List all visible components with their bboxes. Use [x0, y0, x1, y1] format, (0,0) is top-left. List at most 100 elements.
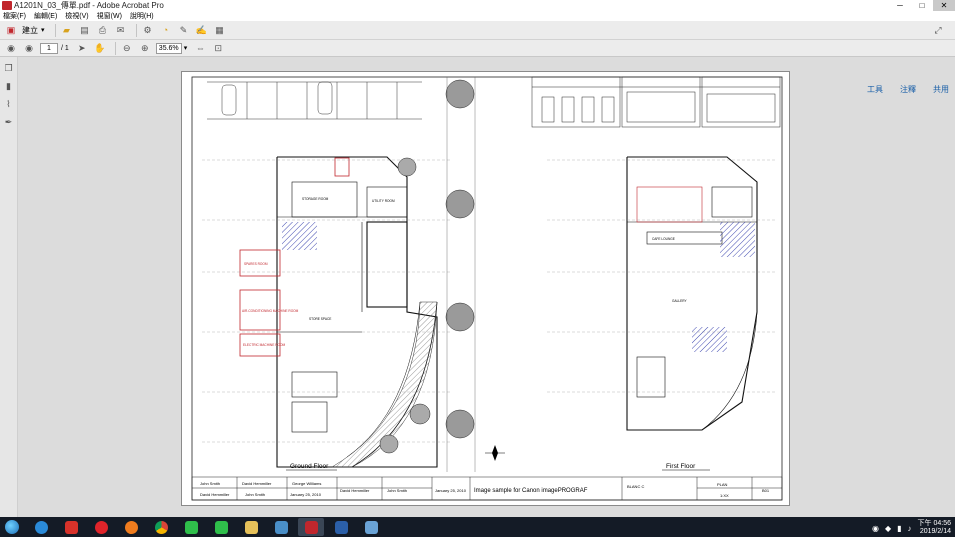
- clock-date: 2019/2/14: [919, 528, 951, 535]
- tb-date2: January 25, 2010: [435, 488, 467, 493]
- label-cafe: CAFE LOUNGE: [652, 237, 675, 241]
- security-tray-icon[interactable]: ◆: [885, 524, 891, 533]
- menu-file[interactable]: 檔案(F): [3, 11, 26, 21]
- bookmarks-icon[interactable]: ▮: [2, 80, 15, 93]
- tb-drawn-by2: John Smith: [245, 492, 265, 497]
- taskbar-app[interactable]: [268, 518, 294, 536]
- zoom-dropdown-icon[interactable]: ▾: [184, 44, 188, 52]
- window-title: A1201N_03_傳單.pdf - Adobe Acrobat Pro: [14, 1, 164, 10]
- hand-tool-icon[interactable]: ✋: [93, 42, 107, 55]
- select-cursor-icon[interactable]: ➤: [75, 42, 89, 55]
- menu-help[interactable]: 說明(H): [130, 11, 154, 21]
- parking-area: [207, 81, 422, 120]
- taskbar-ie[interactable]: [28, 518, 54, 536]
- taskbar: [0, 517, 955, 537]
- chat-tray-icon[interactable]: ◉: [872, 524, 879, 533]
- print-icon[interactable]: ⎙: [96, 24, 110, 37]
- comment-icon[interactable]: ◔: [159, 24, 173, 37]
- window-controls: ─ □ ✕: [889, 0, 955, 11]
- page-thumbnails-icon[interactable]: ❐: [2, 62, 15, 75]
- acrobat-app-icon: [2, 1, 12, 10]
- pdf-page: SPARES ROOM AIR-CONDITIONING MACHINE ROO…: [181, 71, 790, 506]
- menu-edit[interactable]: 編輯(E): [34, 11, 57, 21]
- taskbar-opera[interactable]: [88, 518, 114, 536]
- expand-icon[interactable]: ⤢: [931, 24, 945, 37]
- toolbar-divider: [54, 23, 56, 37]
- ie-icon: [34, 520, 48, 534]
- taskbar-vivaldi[interactable]: [58, 518, 84, 536]
- sign-icon[interactable]: ✍: [195, 24, 209, 37]
- title-bar: A1201N_03_傳單.pdf - Adobe Acrobat Pro ─ □…: [0, 0, 955, 11]
- chevron-down-icon: ▾: [41, 27, 45, 34]
- taskbar-remote[interactable]: [358, 518, 384, 536]
- tools-link[interactable]: 工具: [867, 84, 883, 95]
- floor-plan-drawing: SPARES ROOM AIR-CONDITIONING MACHINE ROO…: [191, 76, 783, 501]
- label-utility: UTILITY ROOM: [372, 199, 395, 203]
- taskbar-chrome[interactable]: [148, 518, 174, 536]
- folder-icon: [244, 520, 258, 534]
- page-number-input[interactable]: 1: [40, 42, 58, 54]
- taskbar-firefox[interactable]: [118, 518, 144, 536]
- tb-checked-by: David Hemmiller: [200, 492, 230, 497]
- signatures-icon[interactable]: ✒: [2, 116, 15, 129]
- acrobat-icon: [304, 520, 318, 534]
- create-button[interactable]: ▣ 建立 ▾: [4, 24, 45, 37]
- minimize-button[interactable]: ─: [889, 0, 911, 11]
- firefox-icon: [124, 520, 138, 534]
- menu-window[interactable]: 視窗(W): [97, 11, 122, 21]
- share-link[interactable]: 共用: [933, 84, 949, 95]
- page-total: / 1: [61, 44, 69, 52]
- label-gallery: GALLERY: [672, 299, 688, 303]
- volume-tray-icon[interactable]: ♪: [908, 524, 912, 533]
- label-aircon: AIR-CONDITIONING MACHINE ROOM: [242, 309, 299, 313]
- email-icon[interactable]: ✉: [114, 24, 128, 37]
- red-rooms: [239, 157, 350, 357]
- tb-designed-by: John Smith: [200, 481, 220, 486]
- next-page-icon[interactable]: ◉: [22, 42, 36, 55]
- start-button[interactable]: [0, 518, 24, 536]
- create-pdf-icon: ▣: [6, 24, 16, 35]
- clock[interactable]: 下午 04:56 2019/2/14: [918, 520, 951, 536]
- taskbar-line[interactable]: [178, 518, 204, 536]
- line-icon: [184, 520, 198, 534]
- taskbar-acrobat[interactable]: [298, 518, 324, 536]
- open-folder-icon[interactable]: ▰: [60, 24, 74, 37]
- vivaldi-icon: [64, 520, 78, 534]
- close-button[interactable]: ✕: [933, 0, 955, 11]
- tb-checked2: John Smith: [387, 488, 407, 493]
- north-arrow: [485, 445, 505, 461]
- toolbar-divider: [135, 23, 137, 37]
- taskbar-word[interactable]: [328, 518, 354, 536]
- first-floor-plan: [626, 156, 758, 431]
- network-tray-icon[interactable]: ▮: [897, 524, 901, 533]
- taskbar-explorer[interactable]: [238, 518, 264, 536]
- tb-note: Image sample for Canon imagePROGRAF: [474, 488, 588, 494]
- stamp-icon[interactable]: ▦: [213, 24, 227, 37]
- elevation-drawings: [531, 76, 781, 128]
- zoom-out-icon[interactable]: ⊖: [120, 42, 134, 55]
- opera-icon: [94, 520, 108, 534]
- remote-desktop-icon: [364, 520, 378, 534]
- fit-width-icon[interactable]: ⇔: [193, 42, 207, 55]
- zoom-level-input[interactable]: 35.6%: [155, 42, 182, 54]
- settings-gear-icon[interactable]: ⚙: [141, 24, 155, 37]
- highlight-icon[interactable]: ✎: [177, 24, 191, 37]
- chrome-icon: [154, 520, 168, 534]
- taskbar-line2[interactable]: [208, 518, 234, 536]
- save-icon[interactable]: ▤: [78, 24, 92, 37]
- attachments-icon[interactable]: ⌇: [2, 98, 15, 111]
- menu-bar: 檔案(F) 編輯(E) 檢視(V) 視窗(W) 說明(H): [0, 11, 955, 21]
- windows-orb-icon: [5, 520, 19, 534]
- maximize-button[interactable]: □: [911, 0, 933, 11]
- previous-page-icon[interactable]: ◉: [4, 42, 18, 55]
- trees: [379, 79, 475, 454]
- document-icon: [334, 520, 348, 534]
- label-store-space: STORE SPACE: [309, 317, 331, 321]
- navigation-pane: ❐ ▮ ⌇ ✒: [0, 57, 18, 517]
- menu-view[interactable]: 檢視(V): [65, 11, 88, 21]
- label-spares: SPARES ROOM: [244, 262, 268, 266]
- comment-link[interactable]: 注釋: [900, 84, 916, 95]
- fit-page-icon[interactable]: ⊡: [211, 42, 225, 55]
- toolbar-divider: [114, 41, 116, 55]
- zoom-in-icon[interactable]: ⊕: [138, 42, 152, 55]
